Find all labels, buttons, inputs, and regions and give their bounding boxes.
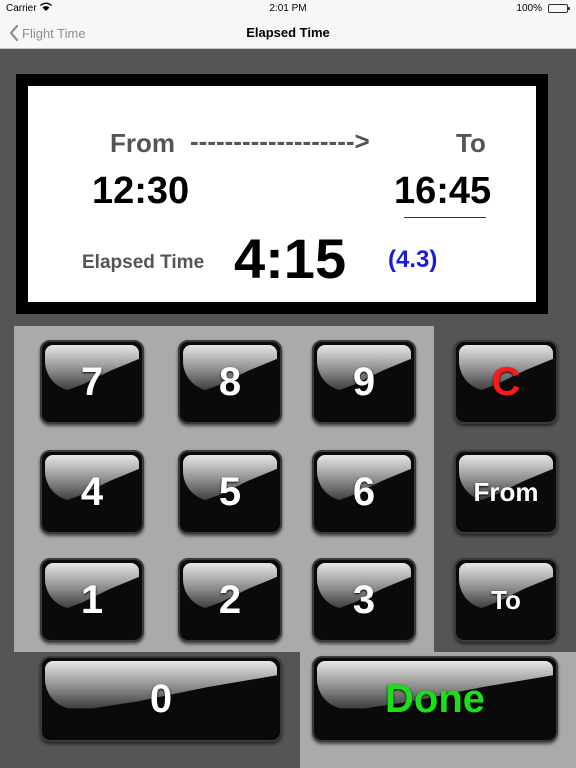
- active-field-underline: [404, 217, 486, 218]
- key-9[interactable]: 9: [312, 340, 416, 424]
- key-label: 7: [80, 359, 104, 404]
- display-frame: From -------------------> To 12:30 16:45…: [16, 74, 548, 314]
- key-label: 2: [218, 577, 242, 622]
- key-label: 3: [352, 577, 376, 622]
- from-label: From: [110, 128, 175, 158]
- key-0[interactable]: 0: [40, 656, 282, 742]
- key-label: 4: [80, 469, 104, 514]
- arrow-label: ------------------->: [190, 126, 370, 156]
- key-label: 0: [149, 676, 173, 721]
- from-button-label: From: [473, 476, 539, 507]
- to-label: To: [456, 128, 486, 158]
- done-label: Done: [385, 676, 485, 721]
- battery-icon: [548, 4, 570, 13]
- page-title: Elapsed Time: [246, 25, 330, 40]
- key-7[interactable]: 7: [40, 340, 144, 424]
- status-time: 2:01 PM: [269, 3, 307, 14]
- from-button[interactable]: From: [454, 450, 558, 534]
- navigation-bar: Flight Time Elapsed Time: [0, 18, 576, 49]
- from-time-value: 12:30: [92, 170, 190, 212]
- done-button[interactable]: Done: [312, 656, 558, 742]
- to-button-label: To: [491, 584, 521, 615]
- key-label: 8: [218, 359, 242, 404]
- key-label: 5: [218, 469, 242, 514]
- key-6[interactable]: 6: [312, 450, 416, 534]
- clear-label: C: [491, 359, 521, 404]
- key-4[interactable]: 4: [40, 450, 144, 534]
- key-3[interactable]: 3: [312, 558, 416, 642]
- key-1[interactable]: 1: [40, 558, 144, 642]
- elapsed-time-value: 4:15: [234, 227, 347, 290]
- display-panel: From -------------------> To 12:30 16:45…: [28, 86, 536, 302]
- key-8[interactable]: 8: [178, 340, 282, 424]
- status-bar: Carrier 2:01 PM 100%: [0, 0, 576, 18]
- elapsed-decimal-value: (4.3): [388, 246, 438, 273]
- elapsed-time-label: Elapsed Time: [82, 252, 205, 273]
- key-label: 1: [80, 577, 104, 622]
- to-button[interactable]: To: [454, 558, 558, 642]
- battery-percent: 100%: [516, 3, 542, 14]
- clear-button[interactable]: C: [454, 340, 558, 424]
- key-label: 6: [352, 469, 376, 514]
- to-time-value: 16:45: [394, 170, 492, 212]
- key-2[interactable]: 2: [178, 558, 282, 642]
- key-5[interactable]: 5: [178, 450, 282, 534]
- key-label: 9: [352, 359, 376, 404]
